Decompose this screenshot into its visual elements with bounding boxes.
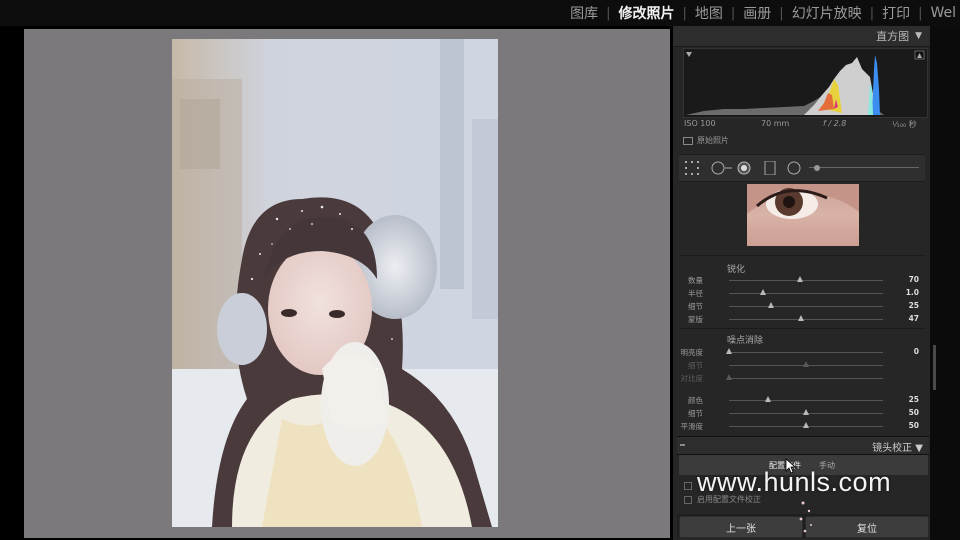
brush-amount-slider[interactable]: [809, 167, 919, 168]
detail-zoom-preview[interactable]: [747, 184, 859, 246]
noise-slider-thumb[interactable]: [803, 409, 809, 415]
sharpen-slider-track[interactable]: [729, 306, 883, 307]
sharpen-slider-thumb[interactable]: [767, 302, 774, 308]
module-library[interactable]: 图库: [562, 3, 606, 23]
brush-slider-knob[interactable]: [812, 163, 822, 173]
sharpen-slider-track[interactable]: [729, 280, 883, 281]
histogram-graph[interactable]: [683, 48, 928, 118]
noise-slider-track[interactable]: [729, 352, 883, 353]
noise-slider-row[interactable]: 对比度: [680, 372, 925, 384]
panel-switch-icon[interactable]: [680, 444, 685, 446]
sparkle-decoration: [799, 501, 812, 533]
shadow-clipping-icon: [686, 52, 692, 57]
original-photo-toggle[interactable]: 原始照片: [683, 135, 729, 146]
section-divider: [680, 255, 925, 256]
sharpen-slider-value[interactable]: 1.0: [906, 288, 919, 297]
lens-correction-header[interactable]: 镜头校正 ▼: [677, 436, 929, 455]
sharpen-slider-label: 蒙版: [688, 315, 703, 324]
remove-ca-option[interactable]: [684, 481, 697, 490]
collapse-triangle-icon[interactable]: ▼: [915, 443, 923, 454]
noise-slider-thumb[interactable]: [726, 348, 732, 354]
sharpen-slider-row[interactable]: 蒙版 47: [680, 313, 925, 325]
sharpen-slider-label: 细节: [688, 302, 703, 311]
noise-slider-label: 颜色: [688, 396, 703, 405]
noise-slider-label: 细节: [688, 361, 703, 370]
checkbox[interactable]: [684, 481, 692, 490]
sharpen-slider-track[interactable]: [729, 319, 883, 320]
module-web[interactable]: Wel: [922, 5, 956, 21]
sharpen-slider-row[interactable]: 细节 25: [680, 300, 925, 312]
original-photo-checkbox[interactable]: [683, 136, 693, 145]
shutter-speed: ¹⁄₁₀₀ 秒: [892, 120, 917, 129]
iso-value: ISO 100: [684, 119, 716, 128]
section-divider: [680, 328, 925, 329]
red-eye-icon[interactable]: [737, 161, 751, 175]
noise-slider-thumb[interactable]: [803, 422, 809, 428]
sharpen-slider-label: 数量: [688, 276, 703, 285]
sharpen-slider-label: 半径: [688, 289, 703, 298]
sharpen-slider-value[interactable]: 25: [909, 301, 919, 310]
panel-scrollbar[interactable]: [933, 345, 936, 390]
crop-overlay-icon[interactable]: [685, 161, 703, 175]
sharpen-slider-thumb[interactable]: [798, 315, 805, 321]
spot-removal-icon[interactable]: [711, 161, 733, 175]
sharpen-slider-track[interactable]: [729, 293, 883, 294]
eye-closeup: [747, 184, 859, 219]
noise-slider-track[interactable]: [729, 400, 883, 401]
sharpen-slider-value[interactable]: 47: [909, 314, 919, 323]
sharpen-slider-thumb[interactable]: [796, 276, 803, 282]
previous-button[interactable]: 上一张: [679, 516, 803, 538]
radial-filter-icon[interactable]: [787, 161, 801, 175]
noise-slider-thumb[interactable]: [803, 361, 809, 367]
checkbox[interactable]: [684, 495, 692, 504]
histogram-chart: [686, 50, 925, 115]
graduated-filter-icon[interactable]: [764, 161, 776, 175]
sharpen-slider-row[interactable]: 数量 70: [680, 274, 925, 286]
noise-slider-row[interactable]: 平滑度 50: [680, 420, 925, 432]
sharpen-slider-thumb[interactable]: [759, 289, 766, 295]
noise-slider-label: 明亮度: [680, 348, 704, 357]
sharpen-slider-value[interactable]: 70: [909, 275, 919, 284]
watermark-text: www.hunls.com: [697, 467, 892, 497]
noise-slider-row[interactable]: 细节 50: [680, 407, 925, 419]
noise-slider-row[interactable]: 细节: [680, 359, 925, 371]
aperture-value: f / 2.8: [823, 119, 847, 128]
noise-slider-label: 细节: [688, 409, 703, 418]
noise-reduction-title: 噪点消除: [727, 336, 764, 346]
module-map[interactable]: 地图: [687, 3, 731, 23]
noise-slider-track[interactable]: [729, 378, 883, 379]
original-photo-label: 原始照片: [697, 136, 729, 145]
noise-slider-value[interactable]: 50: [909, 408, 919, 417]
histogram-header[interactable]: 直方图 ▼: [673, 26, 930, 47]
module-slideshow[interactable]: 幻灯片放映: [784, 3, 870, 23]
module-print[interactable]: 打印: [874, 3, 918, 23]
lens-correction-title: 镜头校正: [872, 443, 913, 454]
sharpen-slider-row[interactable]: 半径 1.0: [680, 287, 925, 299]
noise-slider-value[interactable]: 0: [914, 347, 919, 356]
module-develop[interactable]: 修改照片: [611, 3, 683, 23]
noise-slider-thumb[interactable]: [764, 396, 771, 402]
noise-slider-label: 平滑度: [680, 422, 704, 431]
module-picker: 图库 | 修改照片 | 地图 | 画册 | 幻灯片放映 | 打印 | Wel: [0, 0, 960, 26]
noise-slider-value[interactable]: 25: [909, 395, 919, 404]
portrait-photo: [172, 39, 498, 527]
exif-info-bar: ISO 100 70 mm f / 2.8 ¹⁄₁₀₀ 秒: [683, 117, 926, 131]
module-book[interactable]: 画册: [735, 3, 779, 23]
histogram-title: 直方图: [876, 30, 910, 43]
collapse-triangle-icon[interactable]: ▼: [915, 31, 922, 41]
panel-scroll-gutter: [930, 26, 960, 540]
focal-length: 70 mm: [761, 119, 790, 128]
noise-slider-row[interactable]: 颜色 25: [680, 394, 925, 406]
noise-slider-thumb[interactable]: [726, 374, 732, 380]
noise-slider-value[interactable]: 50: [909, 421, 919, 430]
develop-tool-strip: [679, 154, 925, 182]
photo-preview[interactable]: [172, 39, 498, 527]
noise-slider-label: 对比度: [680, 374, 704, 383]
noise-slider-row[interactable]: 明亮度 0: [680, 346, 925, 358]
